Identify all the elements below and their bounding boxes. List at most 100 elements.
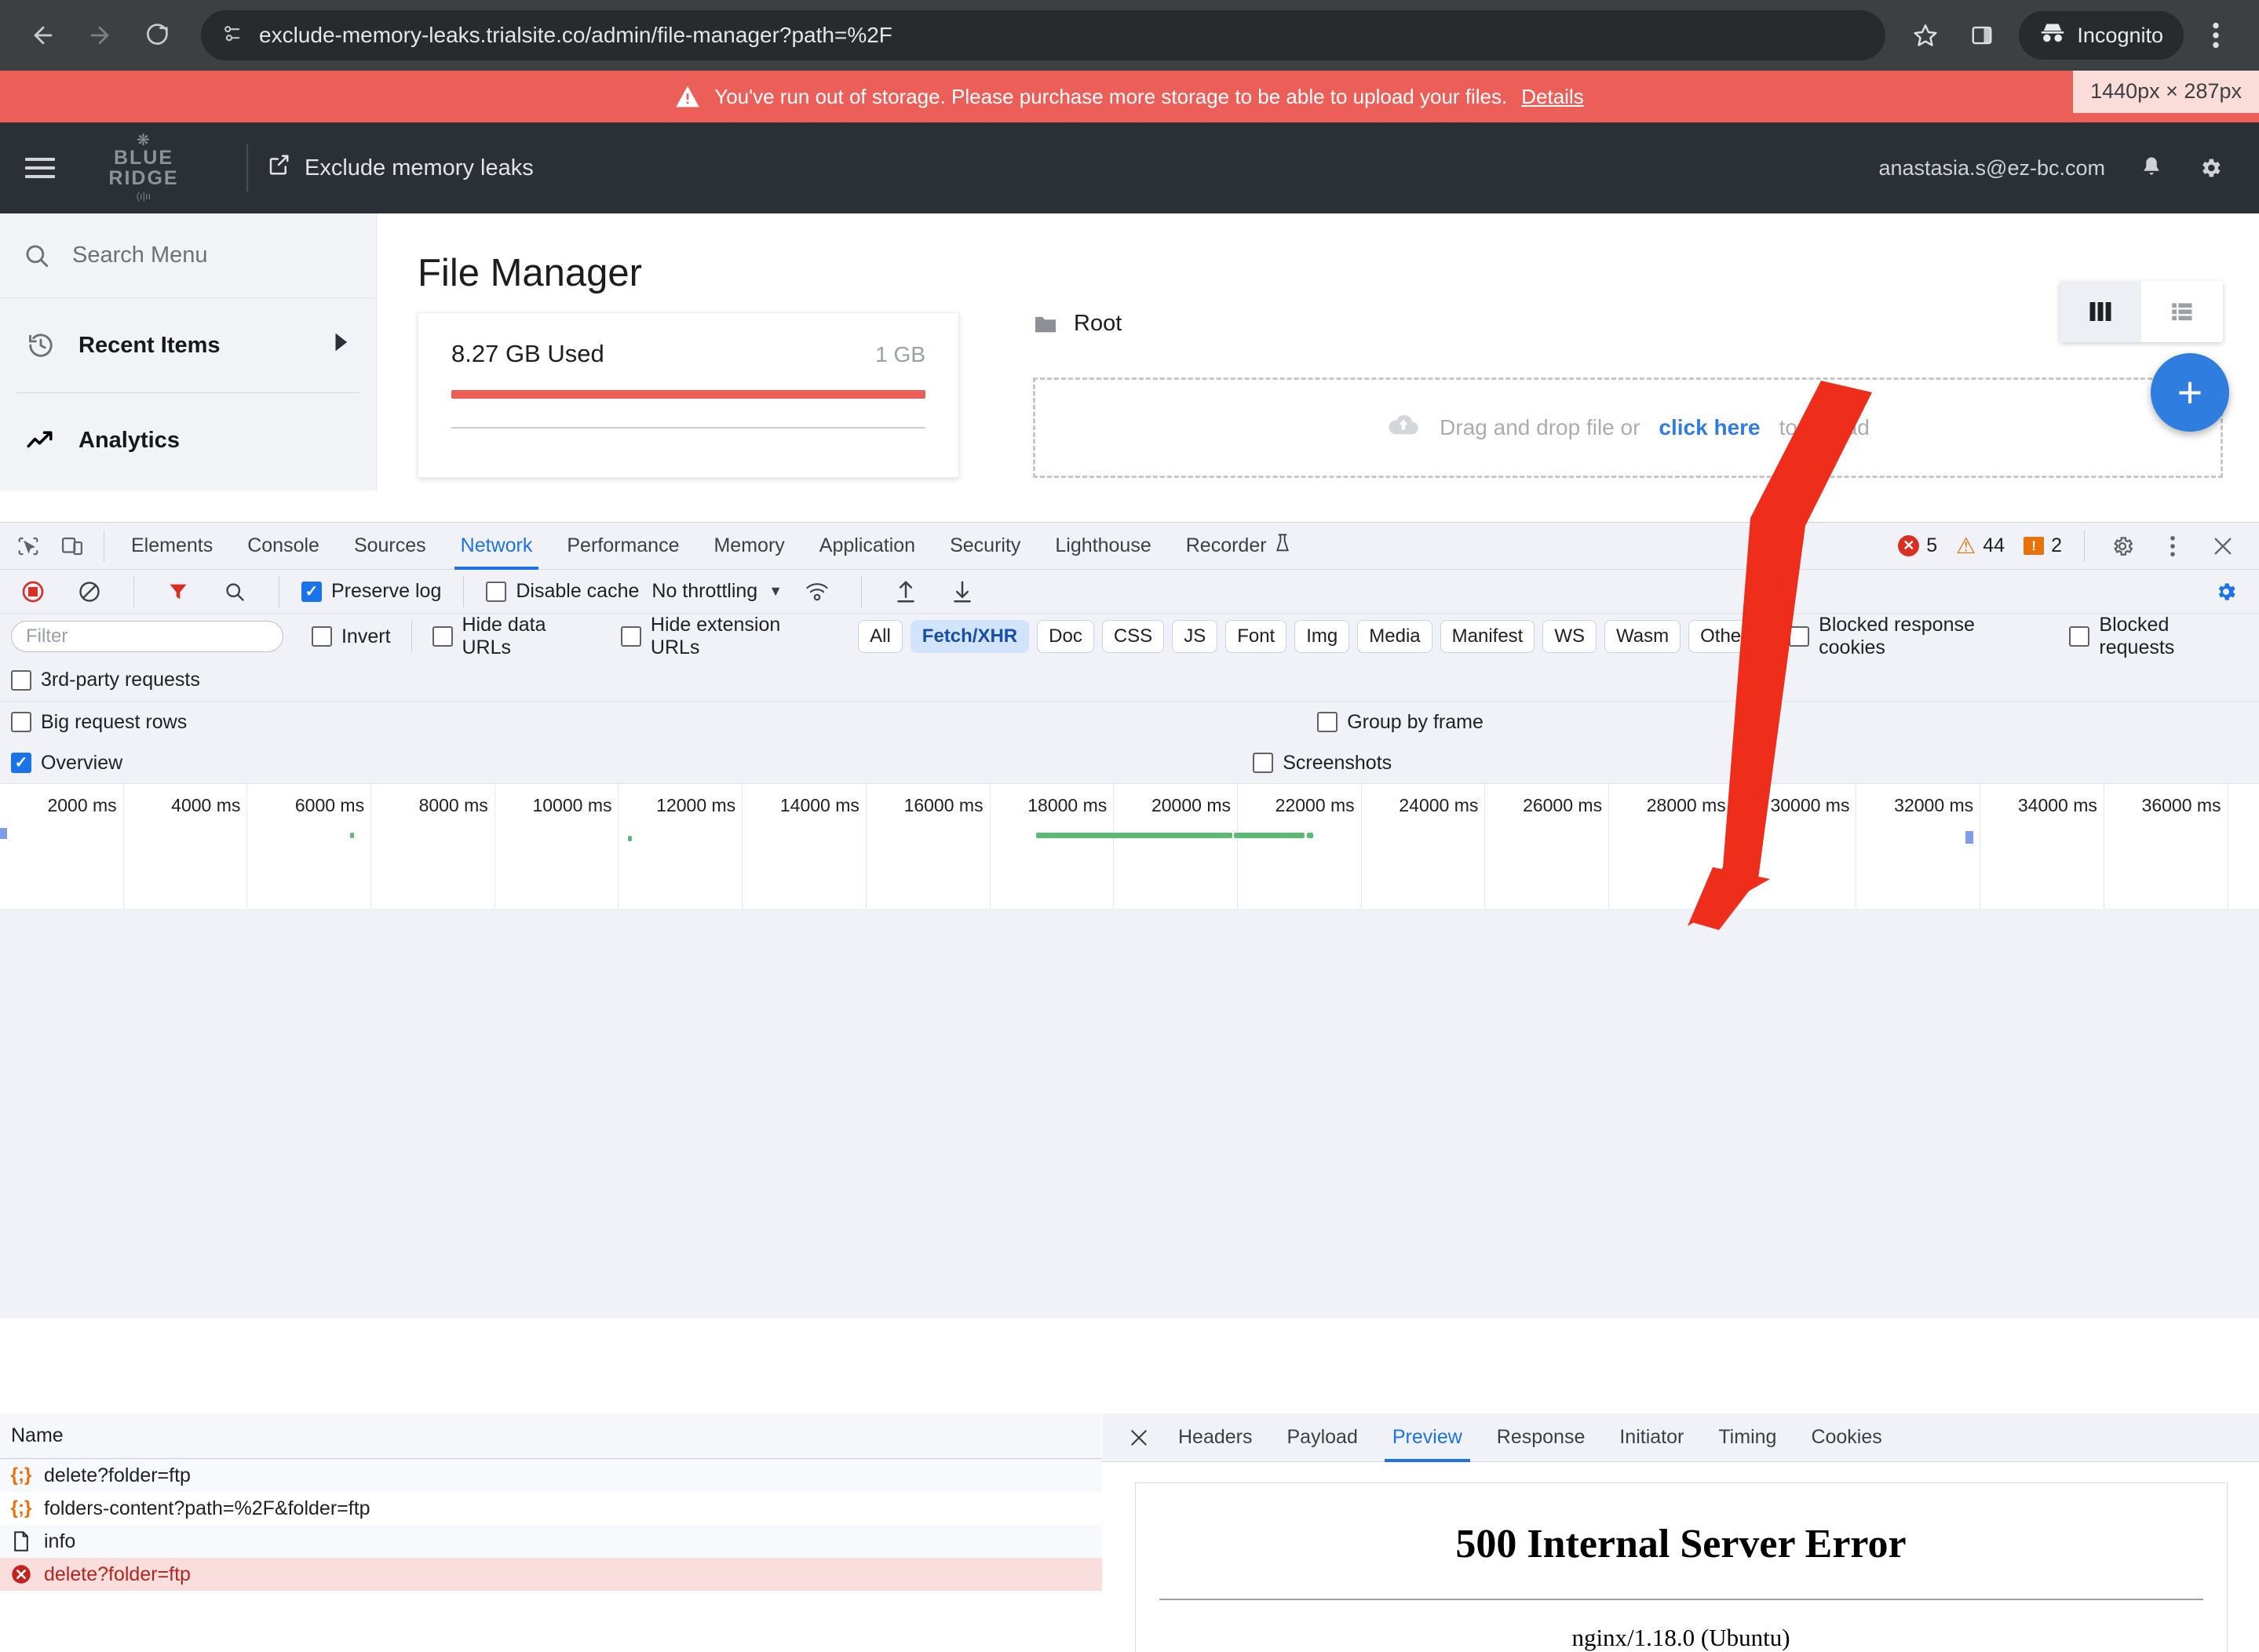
tab-sources[interactable]: Sources [337,523,443,570]
tab-recorder[interactable]: Recorder [1169,523,1308,570]
address-bar[interactable]: exclude-memory-leaks.trialsite.co/admin/… [201,10,1886,60]
table-row[interactable]: {;} folders-content?path=%2F&folder=ftp [0,1492,1102,1525]
filter-type-other[interactable]: Other [1688,620,1760,653]
filter-type-media[interactable]: Media [1357,620,1432,653]
detail-tab-cookies[interactable]: Cookies [1794,1413,1899,1462]
incognito-indicator[interactable]: Incognito [2019,11,2184,60]
detail-tab-response[interactable]: Response [1480,1413,1603,1462]
blocked-response-cookies-checkbox[interactable]: Blocked response cookies [1789,614,2044,659]
preserve-log-checkbox[interactable]: Preserve log [301,580,441,603]
filter-type-fetch-xhr[interactable]: Fetch/XHR [910,620,1030,653]
notifications-bell-icon[interactable] [2140,155,2163,181]
request-list-header[interactable]: Name [0,1413,1102,1459]
menu-toggle-icon[interactable] [0,158,69,178]
hide-extension-urls-checkbox[interactable]: Hide extension URLs [620,614,833,659]
pill-label: WS [1554,625,1585,647]
tab-console[interactable]: Console [230,523,337,570]
chevron-right-icon[interactable] [332,332,349,359]
filter-type-font[interactable]: Font [1225,620,1287,653]
table-row[interactable]: {;} delete?folder=ftp [0,1459,1102,1492]
detail-close-icon[interactable] [1117,1413,1161,1462]
tab-label: Memory [713,534,785,556]
tab-memory[interactable]: Memory [696,523,801,570]
filter-type-js[interactable]: JS [1172,620,1218,653]
search-menu-input[interactable]: Search Menu [0,213,376,298]
incognito-label: Incognito [2077,23,2163,47]
import-har-icon[interactable] [884,570,928,614]
filter-funnel-icon[interactable] [156,570,200,614]
overview-checkbox[interactable]: Overview [11,752,122,775]
dropzone-click-here-link[interactable]: click here [1659,415,1760,440]
reload-button[interactable] [132,11,181,60]
user-email[interactable]: anastasia.s@ez-bc.com [1878,156,2105,181]
disable-cache-checkbox[interactable]: Disable cache [486,580,639,603]
detail-tab-initiator[interactable]: Initiator [1602,1413,1701,1462]
tab-network[interactable]: Network [443,523,550,570]
error-document: 500 Internal Server Error nginx/1.18.0 (… [1134,1482,2228,1652]
devtools-settings-gear-icon[interactable] [2100,524,2144,568]
forward-button[interactable] [75,11,124,60]
detail-tab-timing[interactable]: Timing [1701,1413,1794,1462]
tab-security[interactable]: Security [932,523,1038,570]
site-info-icon[interactable] [221,23,243,49]
tab-application[interactable]: Application [802,523,932,570]
app-name-link[interactable]: Exclude memory leaks [267,153,534,183]
bookmark-star-icon[interactable] [1901,11,1950,60]
search-icon[interactable] [213,570,257,614]
add-file-fab-button[interactable]: + [2151,353,2229,432]
grid-view-button[interactable] [2060,281,2141,342]
checkbox-box [11,669,31,691]
table-row[interactable]: delete?folder=ftp [0,1558,1102,1591]
search-menu-placeholder: Search Menu [72,243,208,268]
group-by-frame-checkbox[interactable]: Group by frame [1317,711,1483,734]
detail-tab-payload[interactable]: Payload [1270,1413,1375,1462]
tab-performance[interactable]: Performance [549,523,696,570]
file-dropzone[interactable]: Drag and drop file or click here to uplo… [1033,377,2223,478]
filter-type-all[interactable]: All [858,620,903,653]
filter-type-doc[interactable]: Doc [1037,620,1094,653]
chrome-menu-icon[interactable] [2191,11,2240,60]
storage-details-link[interactable]: Details [1521,85,1583,109]
network-conditions-icon[interactable] [795,570,839,614]
filter-type-ws[interactable]: WS [1542,620,1597,653]
invert-checkbox[interactable]: Invert [311,625,391,648]
tab-elements[interactable]: Elements [114,523,230,570]
info-counter[interactable]: ! 2 [2017,534,2068,557]
filter-input[interactable]: Filter [11,621,283,652]
filter-type-wasm[interactable]: Wasm [1604,620,1681,653]
record-button[interactable] [11,570,55,614]
table-row[interactable]: info [0,1525,1102,1558]
brand-logo[interactable]: ❋ BLUE RIDGE (ı|ıı [69,133,218,202]
back-button[interactable] [19,11,68,60]
tab-lighthouse[interactable]: Lighthouse [1038,523,1168,570]
big-request-rows-checkbox[interactable]: Big request rows [11,711,187,734]
devtools-more-options-icon[interactable] [2151,524,2195,568]
hide-data-urls-checkbox[interactable]: Hide data URLs [432,614,599,659]
device-toolbar-icon[interactable] [50,524,94,568]
filter-type-manifest[interactable]: Manifest [1440,620,1535,653]
header-actions: anastasia.s@ez-bc.com [1878,155,2259,181]
detail-tab-headers[interactable]: Headers [1161,1413,1270,1462]
blocked-requests-checkbox[interactable]: Blocked requests [2069,614,2248,659]
export-har-icon[interactable] [940,570,984,614]
storage-usage-card: 8.27 GB Used 1 GB [418,312,959,478]
error-counter[interactable]: ✕ 5 [1892,534,1943,557]
filter-type-img[interactable]: Img [1294,620,1350,653]
clear-network-log-icon[interactable] [68,570,111,614]
settings-gear-icon[interactable] [2198,155,2223,181]
sidebar-item-analytics[interactable]: Analytics [0,393,376,487]
detail-tab-preview[interactable]: Preview [1375,1413,1480,1462]
inspect-element-icon[interactable] [6,524,50,568]
list-view-button[interactable] [2141,281,2223,342]
warning-triangle-icon: ⚠ [1956,533,1976,558]
sidebar-item-recent-items[interactable]: Recent Items [0,298,376,392]
filter-type-css[interactable]: CSS [1101,620,1165,653]
network-timeline-overview[interactable]: 2000 ms 4000 ms 6000 ms 8000 ms 10000 ms 1200… [0,783,2259,909]
screenshots-checkbox[interactable]: Screenshots [1253,752,1392,775]
throttling-select[interactable]: No throttling ▼ [651,580,783,603]
warning-counter[interactable]: ⚠ 44 [1950,534,2011,557]
network-settings-gear-icon[interactable] [2204,570,2248,614]
devtools-close-icon[interactable] [2201,524,2245,568]
side-panel-icon[interactable] [1958,11,2006,60]
third-party-requests-checkbox[interactable]: 3rd-party requests [11,669,200,691]
